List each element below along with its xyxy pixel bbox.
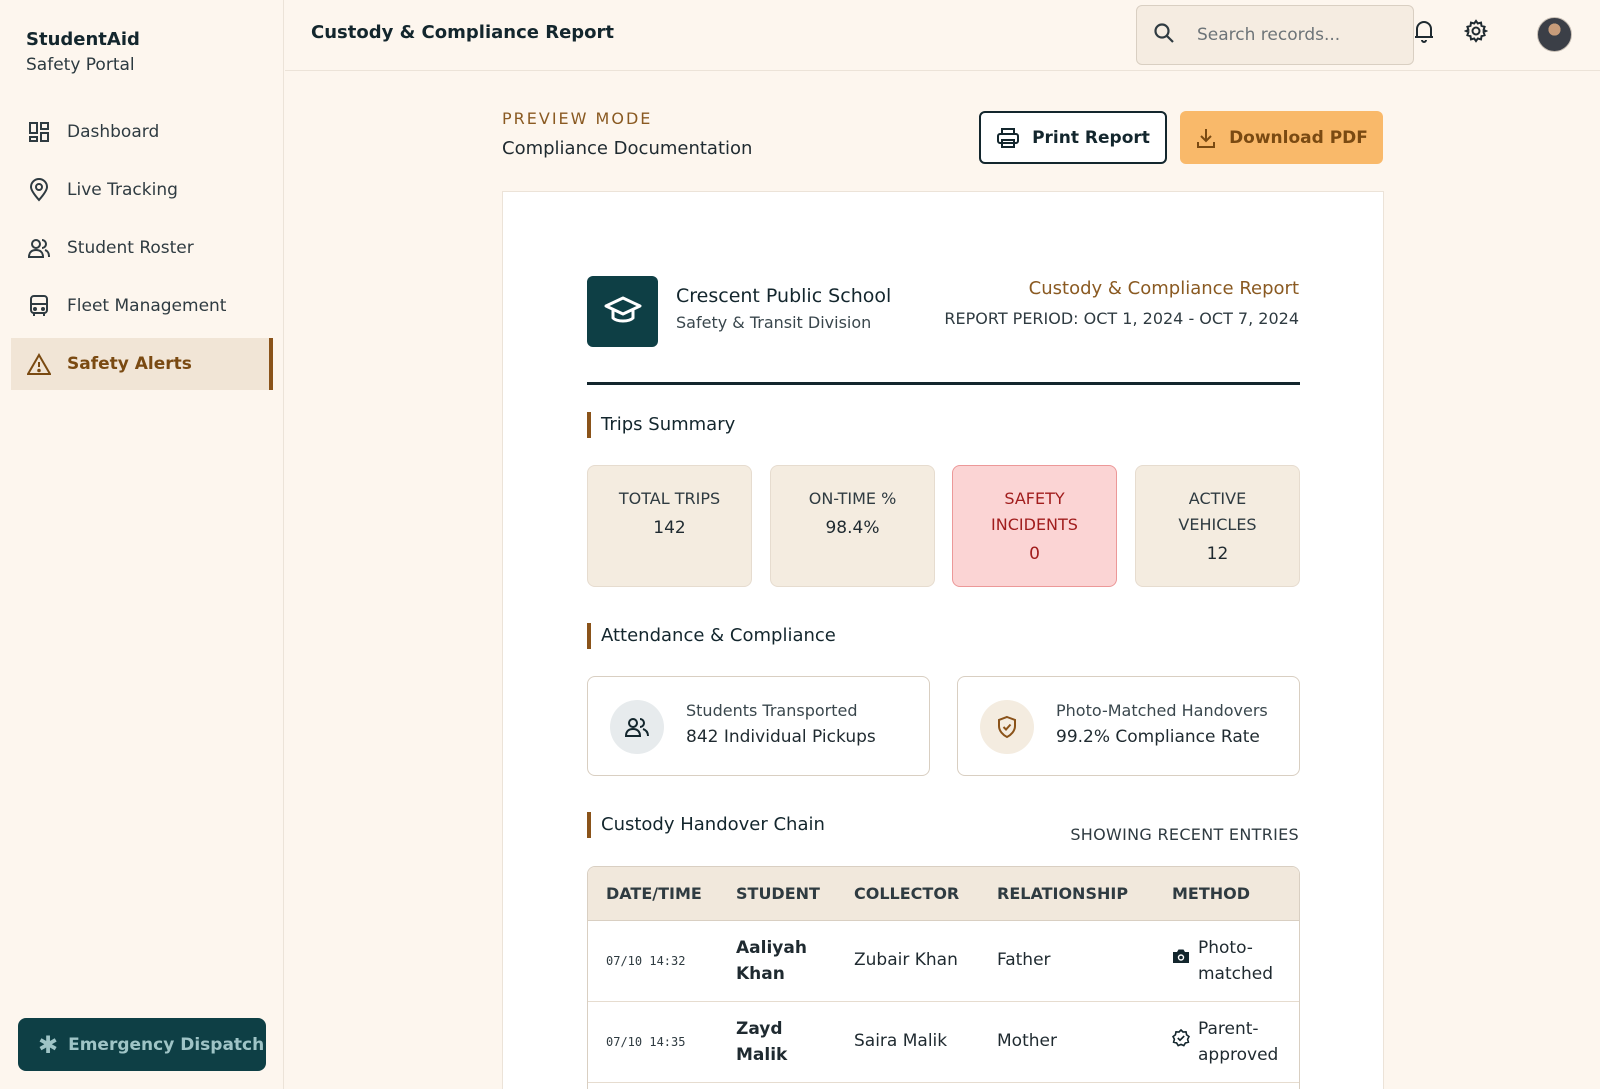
column-header[interactable]: METHOD xyxy=(1172,884,1250,903)
app-name: StudentAid xyxy=(26,29,140,50)
attendance-heading: Attendance & Compliance xyxy=(587,623,836,649)
sidebar-item-label: Live Tracking xyxy=(67,180,178,200)
cell-collector: Saira Malik xyxy=(854,1031,948,1051)
cell-datetime: 07/10 14:32 xyxy=(606,954,686,968)
cell-method: Parent-approved xyxy=(1172,1016,1278,1068)
app-subtitle: Safety Portal xyxy=(26,55,135,75)
stat-label: ON-TIME % xyxy=(808,489,897,508)
cell-student: Aaliyah Khan xyxy=(736,938,807,984)
column-header[interactable]: RELATIONSHIP xyxy=(997,884,1128,903)
sidebar-item-label: Fleet Management xyxy=(67,296,227,316)
search-input[interactable] xyxy=(1197,25,1397,45)
table-header: DATE/TIME STUDENT COLLECTOR RELATIONSHIP… xyxy=(588,867,1299,921)
photo-matched-handovers-card: Photo-Matched Handovers 99.2% Compliance… xyxy=(957,676,1300,776)
sidebar-item-fleet-management[interactable]: Fleet Management xyxy=(11,280,273,332)
header-divider xyxy=(587,382,1300,385)
warning-icon xyxy=(27,352,51,376)
cell-method: Photo-matched xyxy=(1172,935,1274,987)
people-icon xyxy=(27,236,51,260)
custody-table: DATE/TIME STUDENT COLLECTOR RELATIONSHIP… xyxy=(587,866,1300,1089)
location-pin-icon xyxy=(27,178,51,202)
preview-subtitle: Compliance Documentation xyxy=(502,138,753,159)
bus-icon xyxy=(27,294,51,318)
emergency-dispatch-label: Emergency Dispatch xyxy=(68,1034,265,1055)
top-header: Custody & Compliance Report xyxy=(285,0,1600,71)
print-report-label: Print Report xyxy=(1032,127,1150,148)
stat-label: TOTAL TRIPS xyxy=(618,489,721,508)
emergency-dispatch-button[interactable]: ✱ Emergency Dispatch xyxy=(18,1018,266,1071)
sidebar-nav: Dashboard Live Tracking Student Roster F… xyxy=(11,106,273,396)
stat-value: 12 xyxy=(1206,544,1229,564)
preview-mode-label: PREVIEW MODE xyxy=(502,109,653,128)
stat-value: 98.4% xyxy=(825,518,880,538)
cell-relationship: Mother xyxy=(997,1031,1057,1051)
camera-icon xyxy=(1172,948,1190,987)
verified-badge-icon xyxy=(1172,1029,1190,1068)
print-report-button[interactable]: Print Report xyxy=(979,111,1167,164)
cell-collector: Zubair Khan xyxy=(854,950,958,970)
table-row[interactable]: 07/10 14:35 Zayd Malik Saira Malik Mothe… xyxy=(588,1002,1299,1083)
stat-value: 142 xyxy=(653,518,686,538)
report-document: Crescent Public School Safety & Transit … xyxy=(502,191,1384,1089)
cell-student: Zayd Malik xyxy=(736,1019,788,1065)
method-label: Parent-approved xyxy=(1198,1019,1279,1065)
column-header[interactable]: DATE/TIME xyxy=(606,884,702,903)
report-period: REPORT PERIOD: OCT 1, 2024 - OCT 7, 2024 xyxy=(944,309,1299,328)
trips-summary-heading: Trips Summary xyxy=(587,412,735,438)
stat-safety-incidents: SAFETY INCIDENTS 0 xyxy=(952,465,1117,587)
dashboard-icon xyxy=(27,120,51,144)
attendance-value: 842 Individual Pickups xyxy=(686,727,876,747)
attendance-title: Students Transported xyxy=(686,701,858,720)
download-pdf-label: Download PDF xyxy=(1229,127,1368,148)
graduation-cap-icon xyxy=(604,294,642,330)
sidebar-item-student-roster[interactable]: Student Roster xyxy=(11,222,273,274)
report-title: Custody & Compliance Report xyxy=(1028,278,1299,299)
attendance-value: 99.2% Compliance Rate xyxy=(1056,727,1260,747)
students-transported-card: Students Transported 842 Individual Pick… xyxy=(587,676,930,776)
sidebar: StudentAid Safety Portal Dashboard Live … xyxy=(0,0,284,1089)
table-row[interactable]: 07/10 14:32 Aaliyah Khan Zubair Khan Fat… xyxy=(588,921,1299,1002)
custody-chain-heading: Custody Handover Chain xyxy=(587,812,825,838)
column-header[interactable]: COLLECTOR xyxy=(854,884,959,903)
stat-label: SAFETY INCIDENTS xyxy=(991,489,1078,534)
school-logo xyxy=(587,276,658,347)
cell-datetime: 07/10 14:35 xyxy=(606,1035,686,1049)
asterisk-icon: ✱ xyxy=(38,1030,59,1059)
sidebar-item-dashboard[interactable]: Dashboard xyxy=(11,106,273,158)
stat-label: ACTIVE VEHICLES xyxy=(1178,489,1257,534)
attendance-title: Photo-Matched Handovers xyxy=(1056,701,1268,720)
school-division: Safety & Transit Division xyxy=(676,313,872,332)
bell-icon[interactable] xyxy=(1411,18,1437,44)
method-label: Photo-matched xyxy=(1198,938,1274,984)
stat-total-trips: TOTAL TRIPS 142 xyxy=(587,465,752,587)
stat-on-time: ON-TIME % 98.4% xyxy=(770,465,935,587)
sidebar-item-label: Dashboard xyxy=(67,122,160,142)
search-box[interactable] xyxy=(1136,5,1414,65)
download-pdf-button[interactable]: Download PDF xyxy=(1180,111,1383,164)
column-header[interactable]: STUDENT xyxy=(736,884,820,903)
school-name: Crescent Public School xyxy=(676,285,892,307)
shield-check-icon xyxy=(980,700,1034,754)
sidebar-item-safety-alerts[interactable]: Safety Alerts xyxy=(11,338,273,390)
download-icon xyxy=(1195,127,1217,149)
stat-active-vehicles: ACTIVE VEHICLES 12 xyxy=(1135,465,1300,587)
showing-recent-note: SHOWING RECENT ENTRIES xyxy=(1070,825,1299,844)
people-icon xyxy=(610,700,664,754)
brand[interactable]: StudentAid Safety Portal xyxy=(26,28,140,78)
sidebar-item-live-tracking[interactable]: Live Tracking xyxy=(11,164,273,216)
sidebar-item-label: Safety Alerts xyxy=(67,354,192,374)
stat-value: 0 xyxy=(1029,544,1040,564)
sidebar-item-label: Student Roster xyxy=(67,238,194,258)
search-icon xyxy=(1153,22,1175,48)
gear-icon[interactable] xyxy=(1463,18,1489,44)
printer-icon xyxy=(996,127,1020,149)
cell-relationship: Father xyxy=(997,950,1051,970)
page-title: Custody & Compliance Report xyxy=(311,22,615,43)
avatar[interactable] xyxy=(1537,17,1572,52)
